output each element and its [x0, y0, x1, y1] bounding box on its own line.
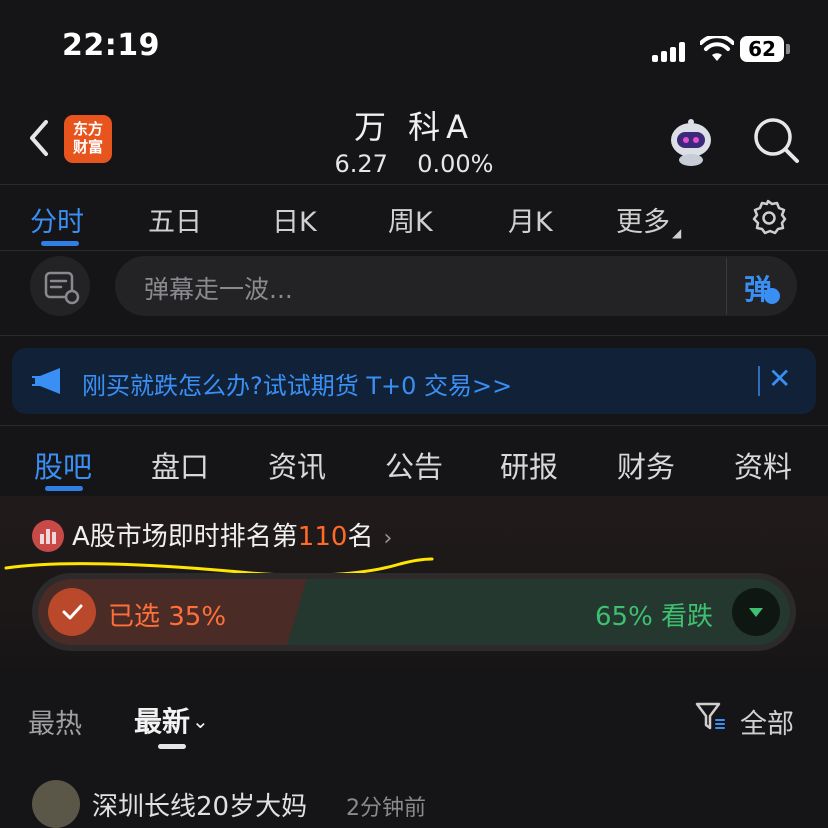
- tab-order-book[interactable]: 盘口: [151, 444, 209, 486]
- triangle-down-icon[interactable]: [732, 588, 780, 636]
- divider: [0, 184, 828, 185]
- filter-all-label[interactable]: 全部: [740, 702, 794, 741]
- signal-icon: [652, 40, 690, 62]
- tab-financials[interactable]: 财务: [617, 444, 675, 486]
- status-time: 22:19: [62, 28, 160, 63]
- tab-news[interactable]: 资讯: [268, 444, 326, 486]
- chevron-right-icon: ›: [383, 526, 393, 551]
- vote-bearish-bar[interactable]: [287, 579, 790, 645]
- tab-more-label: 更多: [616, 207, 670, 238]
- tab-guba[interactable]: 股吧: [34, 444, 92, 486]
- battery-level: 62: [740, 36, 784, 62]
- tab-monthly-k[interactable]: 月K: [508, 200, 553, 239]
- avatar[interactable]: [32, 780, 80, 828]
- search-icon[interactable]: [752, 116, 800, 164]
- tab-daily-k[interactable]: 日K: [272, 200, 317, 239]
- post-time: 2分钟前: [346, 796, 426, 821]
- check-badge-icon: [764, 288, 780, 304]
- megaphone-icon: [32, 368, 60, 394]
- close-icon[interactable]: ✕: [768, 362, 791, 395]
- stock-change: 0.00%: [417, 150, 494, 178]
- tab-five-day[interactable]: 五日: [148, 200, 202, 239]
- robot-assistant-icon[interactable]: [664, 118, 718, 166]
- tab-weekly-k[interactable]: 周K: [388, 200, 433, 239]
- sort-new-tab[interactable]: 最新 ⌄: [134, 700, 209, 740]
- wifi-icon: [700, 36, 734, 61]
- tab-profile[interactable]: 资料: [734, 444, 792, 486]
- danmu-settings-icon: [44, 271, 80, 305]
- ranking-suffix: 名: [347, 522, 374, 552]
- danmu-placeholder: 弹幕走一波...: [144, 275, 293, 304]
- divider: [758, 366, 760, 396]
- tab-more[interactable]: 更多 ◢: [616, 200, 681, 240]
- ranking-number: 110: [297, 522, 348, 552]
- gear-icon[interactable]: [749, 198, 787, 236]
- battery-icon: 62: [740, 36, 790, 62]
- post-author[interactable]: 深圳长线20岁大妈: [92, 786, 307, 823]
- divider: [0, 335, 828, 336]
- sort-underline: [158, 744, 186, 749]
- ranking-prefix: A股市场即时排名第: [72, 522, 298, 552]
- check-icon[interactable]: [48, 588, 96, 636]
- danmu-settings-button[interactable]: [30, 256, 90, 316]
- chevron-down-icon: ⌄: [192, 709, 209, 733]
- tab-intraday[interactable]: 分时: [30, 200, 84, 239]
- market-ranking[interactable]: A股市场即时排名第110名 ›: [72, 516, 392, 553]
- ranking-icon: [32, 520, 64, 552]
- tab-announcements[interactable]: 公告: [385, 444, 443, 486]
- tab-underline: [45, 486, 83, 491]
- sort-hot-tab[interactable]: 最热: [28, 702, 82, 741]
- stock-price: 6.27: [334, 150, 388, 178]
- vote-bullish-label: 已选 35%: [108, 602, 227, 632]
- tab-underline: [41, 241, 79, 246]
- vote-bearish-label: 65% 看跌: [595, 602, 714, 632]
- sort-new-label: 最新: [134, 705, 191, 738]
- divider: [0, 250, 828, 251]
- divider: [726, 258, 727, 314]
- caret-down-icon: ◢: [672, 226, 682, 240]
- promo-text[interactable]: 刚买就跌怎么办?试试期货 T+0 交易>>: [82, 366, 512, 401]
- tab-research[interactable]: 研报: [500, 444, 558, 486]
- filter-icon[interactable]: [694, 700, 726, 732]
- divider: [0, 425, 828, 426]
